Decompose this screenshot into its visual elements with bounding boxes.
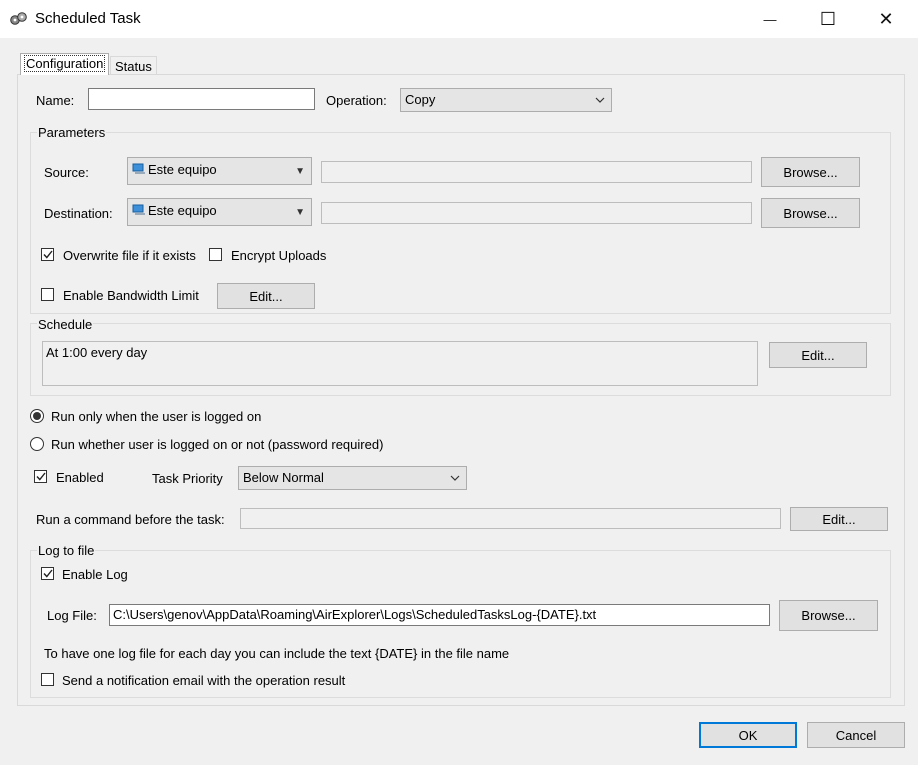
- destination-browse-button[interactable]: Browse...: [761, 198, 860, 228]
- destination-label: Destination:: [44, 206, 113, 221]
- log-title: Log to file: [37, 543, 96, 558]
- tab-configuration[interactable]: Configuration: [20, 53, 109, 75]
- close-button[interactable]: ✕: [857, 0, 915, 38]
- schedule-title: Schedule: [37, 317, 94, 332]
- notify-label: Send a notification email with the opera…: [62, 673, 346, 688]
- schedule-summary: At 1:00 every day: [42, 341, 758, 386]
- bandwidth-label: Enable Bandwidth Limit: [63, 288, 199, 303]
- operation-select[interactable]: Copy: [400, 88, 612, 112]
- encrypt-label: Encrypt Uploads: [231, 248, 327, 263]
- close-icon: ✕: [878, 8, 894, 29]
- source-value: Este equipo: [148, 162, 217, 177]
- maximize-button[interactable]: ☐: [799, 0, 857, 38]
- enable-log-label: Enable Log: [62, 567, 128, 582]
- enabled-label: Enabled: [56, 470, 104, 485]
- enable-log-checkbox[interactable]: [41, 567, 54, 580]
- log-browse-button[interactable]: Browse...: [779, 600, 878, 631]
- bandwidth-edit-button[interactable]: Edit...: [217, 283, 315, 309]
- bandwidth-checkbox[interactable]: [41, 288, 54, 301]
- source-browse-button[interactable]: Browse...: [761, 157, 860, 187]
- operation-value: Copy: [405, 92, 436, 107]
- parameters-title: Parameters: [37, 125, 107, 140]
- ok-button[interactable]: OK: [699, 722, 797, 748]
- command-label: Run a command before the task:: [36, 512, 225, 527]
- minimize-button[interactable]: —: [741, 0, 799, 38]
- chevron-down-icon: [450, 475, 460, 481]
- run-logged-on-radio[interactable]: [30, 409, 44, 423]
- destination-path-field[interactable]: [321, 202, 752, 224]
- computer-icon: [132, 204, 145, 215]
- operation-label: Operation:: [326, 93, 387, 108]
- enabled-checkbox[interactable]: [34, 470, 47, 483]
- checkmark-icon: [42, 569, 53, 578]
- schedule-edit-button[interactable]: Edit...: [769, 342, 867, 368]
- overwrite-label: Overwrite file if it exists: [63, 248, 196, 263]
- priority-value: Below Normal: [243, 470, 324, 485]
- run-always-label: Run whether user is logged on or not (pa…: [51, 437, 384, 452]
- priority-select[interactable]: Below Normal: [238, 466, 467, 490]
- cancel-button[interactable]: Cancel: [807, 722, 905, 748]
- dropdown-arrow-icon: ▼: [295, 207, 305, 218]
- encrypt-checkbox[interactable]: [209, 248, 222, 261]
- checkmark-icon: [42, 250, 53, 259]
- chevron-down-icon: [595, 97, 605, 103]
- notify-checkbox[interactable]: [41, 673, 54, 686]
- tab-status[interactable]: Status: [110, 56, 157, 75]
- source-path-field[interactable]: [321, 161, 752, 183]
- log-file-label: Log File:: [47, 608, 97, 623]
- destination-value: Este equipo: [148, 203, 217, 218]
- window-title: Scheduled Task: [35, 10, 141, 27]
- name-input[interactable]: [88, 88, 315, 110]
- app-icon: [10, 12, 27, 25]
- command-field[interactable]: [240, 508, 781, 529]
- checkmark-icon: [35, 472, 46, 481]
- overwrite-checkbox[interactable]: [41, 248, 54, 261]
- log-file-input[interactable]: C:\Users\genov\AppData\Roaming\AirExplor…: [109, 604, 770, 626]
- destination-select[interactable]: Este equipo ▼: [127, 198, 312, 226]
- source-select[interactable]: Este equipo ▼: [127, 157, 312, 185]
- command-edit-button[interactable]: Edit...: [790, 507, 888, 531]
- tab-configuration-label: Configuration: [23, 55, 106, 72]
- run-logged-on-label: Run only when the user is logged on: [51, 409, 262, 424]
- source-label: Source:: [44, 165, 89, 180]
- name-label: Name:: [36, 93, 75, 108]
- computer-icon: [132, 163, 145, 174]
- minimize-icon: —: [763, 11, 777, 27]
- maximize-icon: ☐: [819, 8, 837, 29]
- tab-status-label: Status: [115, 59, 152, 74]
- priority-label: Task Priority: [152, 471, 223, 486]
- radio-selected-dot: [33, 412, 41, 420]
- log-hint: To have one log file for each day you ca…: [44, 646, 510, 661]
- dropdown-arrow-icon: ▼: [295, 166, 305, 177]
- run-always-radio[interactable]: [30, 437, 44, 451]
